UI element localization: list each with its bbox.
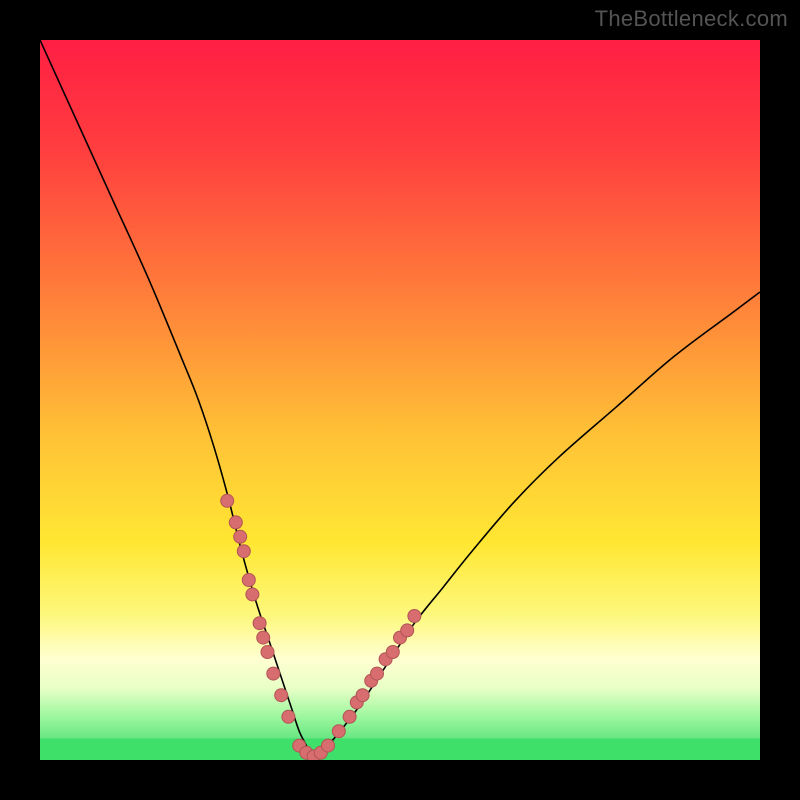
hardware-point — [275, 689, 288, 702]
hardware-point — [332, 725, 345, 738]
hardware-point — [234, 530, 247, 543]
hardware-point — [261, 646, 274, 659]
hardware-point — [237, 545, 250, 558]
hardware-point — [386, 646, 399, 659]
watermark-text: TheBottleneck.com — [595, 6, 788, 32]
hardware-point — [343, 710, 356, 723]
hardware-point — [246, 588, 259, 601]
hardware-point — [371, 667, 384, 680]
hardware-point — [242, 574, 255, 587]
hardware-point — [229, 516, 242, 529]
hardware-point — [221, 494, 234, 507]
hardware-point — [356, 689, 369, 702]
plot-area — [40, 40, 760, 760]
bottleneck-curve — [40, 40, 760, 760]
hardware-point — [257, 631, 270, 644]
hardware-point — [322, 739, 335, 752]
hardware-point — [253, 617, 266, 630]
hardware-points-group — [221, 494, 421, 760]
hardware-point — [401, 624, 414, 637]
curve-layer — [40, 40, 760, 760]
hardware-point — [267, 667, 280, 680]
chart-frame: TheBottleneck.com — [0, 0, 800, 800]
hardware-point — [408, 610, 421, 623]
hardware-point — [282, 710, 295, 723]
